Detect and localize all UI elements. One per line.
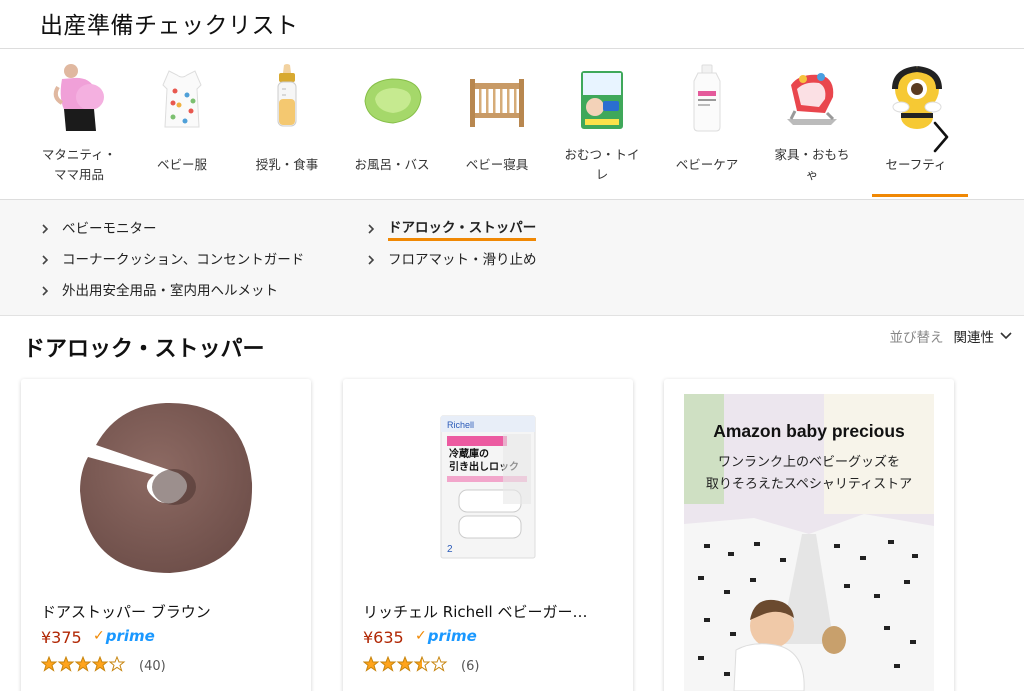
product-title[interactable]: リッチェル Richell ベビーガー… [363, 601, 618, 622]
rating[interactable]: (40) [40, 655, 166, 676]
door-stopper-image [21, 379, 311, 594]
product-card[interactable]: ドアストッパー ブラウン ¥375 ✓ prime (40) [21, 379, 311, 691]
subcategory-label: コーナークッション、コンセントガード [62, 252, 305, 268]
package-count: 2 [447, 544, 453, 555]
category-maternity[interactable]: マタニティ・ママ用品 [33, 61, 125, 185]
subcategory-door-lock[interactable]: ドアロック・ストッパー [366, 217, 537, 241]
sort-control: 並び替え 関連性 [890, 326, 1013, 346]
product-price: ¥635 [363, 628, 404, 647]
subcategory-outdoor-safety[interactable]: 外出用安全用品・室内用ヘルメット [40, 279, 278, 303]
chevron-right-icon [40, 285, 54, 297]
chevron-down-icon [1000, 332, 1012, 340]
lotion-icon [672, 61, 742, 137]
maternity-icon [44, 61, 114, 137]
subcategory-floor-mat[interactable]: フロアマット・滑り止め [366, 248, 537, 272]
baby-bottle-icon [252, 61, 322, 137]
drawer-lock-package-image: Richell 冷蔵庫の 引き出しロック 2 [343, 379, 633, 594]
star-rating-icon [362, 655, 449, 676]
category-label: 授乳・食事 [255, 157, 319, 172]
subcategory-panel: ベビーモニター コーナークッション、コンセントガード 外出用安全用品・室内用ヘル… [0, 200, 1024, 316]
promo-title: Amazon baby precious [713, 421, 905, 441]
product-price: ¥375 [41, 628, 82, 647]
star-rating-icon [40, 655, 127, 676]
promo-banner: Amazon baby precious ワンランク上のベビーグッズを 取りそろ… [684, 394, 934, 691]
subcategory-label: ドアロック・ストッパー [388, 218, 537, 241]
category-furniture-toys[interactable]: 家具・おもちゃ [766, 61, 858, 185]
results-heading: ドアロック・ストッパー [23, 337, 265, 362]
prime-check-icon: ✓ [415, 628, 427, 644]
prime-badge: ✓ prime [93, 627, 155, 645]
prime-check-icon: ✓ [93, 628, 105, 644]
page-title: 出産準備チェックリスト [40, 13, 299, 39]
category-label: お風呂・バス [354, 157, 430, 172]
review-count: (6) [461, 658, 480, 674]
chevron-right-icon [40, 223, 54, 235]
subcategory-corner-cushion[interactable]: コーナークッション、コンセントガード [40, 248, 304, 272]
carousel-next-button[interactable] [926, 117, 956, 157]
review-count: (40) [139, 658, 166, 674]
product-card[interactable]: Richell 冷蔵庫の 引き出しロック 2 リッチェル Richell ベビー… [343, 379, 633, 691]
chevron-right-icon [40, 254, 54, 266]
page-header: 出産準備チェックリスト [0, 0, 1024, 49]
category-bath[interactable]: お風呂・バス [346, 61, 438, 185]
package-line1: 冷蔵庫の [449, 447, 489, 460]
category-feeding[interactable]: 授乳・食事 [241, 61, 333, 185]
subcategory-label: フロアマット・滑り止め [388, 252, 537, 268]
category-carousel: マタニティ・ママ用品 ベビー服 授乳・食事 お風呂・バス ベビー寝具 おむつ・ト… [0, 49, 1024, 200]
chevron-right-icon [933, 121, 949, 153]
crib-icon [462, 61, 532, 137]
category-label: 家具・おもちゃ [774, 147, 850, 182]
category-label: ベビー寝具 [465, 157, 529, 172]
subcategory-label: ベビーモニター [62, 221, 157, 237]
sort-value: 関連性 [953, 330, 995, 346]
promo-banner-card[interactable]: Amazon baby precious ワンランク上のベビーグッズを 取りそろ… [664, 379, 954, 691]
package-brand: Richell [447, 420, 474, 430]
category-label: マタニティ・ママ用品 [41, 147, 117, 182]
subcategory-baby-monitor[interactable]: ベビーモニター [40, 217, 157, 241]
chevron-right-icon [366, 254, 380, 266]
baby-bath-icon [357, 61, 427, 137]
sort-label: 並び替え [889, 330, 944, 346]
category-label: ベビー服 [156, 157, 207, 172]
category-baby-clothes[interactable]: ベビー服 [136, 61, 228, 185]
sort-dropdown[interactable]: 関連性 [954, 326, 1013, 346]
prime-badge: ✓ prime [415, 627, 477, 645]
category-label: ベビーケア [675, 157, 739, 172]
promo-subtitle-line1: ワンランク上のベビーグッズを [717, 455, 900, 470]
baby-clothes-icon [147, 61, 217, 137]
promo-subtitle-line2: 取りそろえたスペシャリティストア [705, 477, 913, 492]
category-bedding[interactable]: ベビー寝具 [451, 61, 543, 185]
diaper-icon [567, 61, 637, 137]
subcategory-label: 外出用安全用品・室内用ヘルメット [62, 283, 278, 299]
category-label: おむつ・トイレ [564, 147, 640, 182]
active-category-underline [872, 194, 968, 197]
category-diapers[interactable]: おむつ・トイレ [556, 61, 648, 185]
chevron-right-icon [366, 223, 380, 235]
product-title[interactable]: ドアストッパー ブラウン [41, 601, 296, 622]
rating[interactable]: (6) [362, 655, 480, 676]
category-baby-care[interactable]: ベビーケア [661, 61, 753, 185]
bouncer-icon [777, 61, 847, 137]
